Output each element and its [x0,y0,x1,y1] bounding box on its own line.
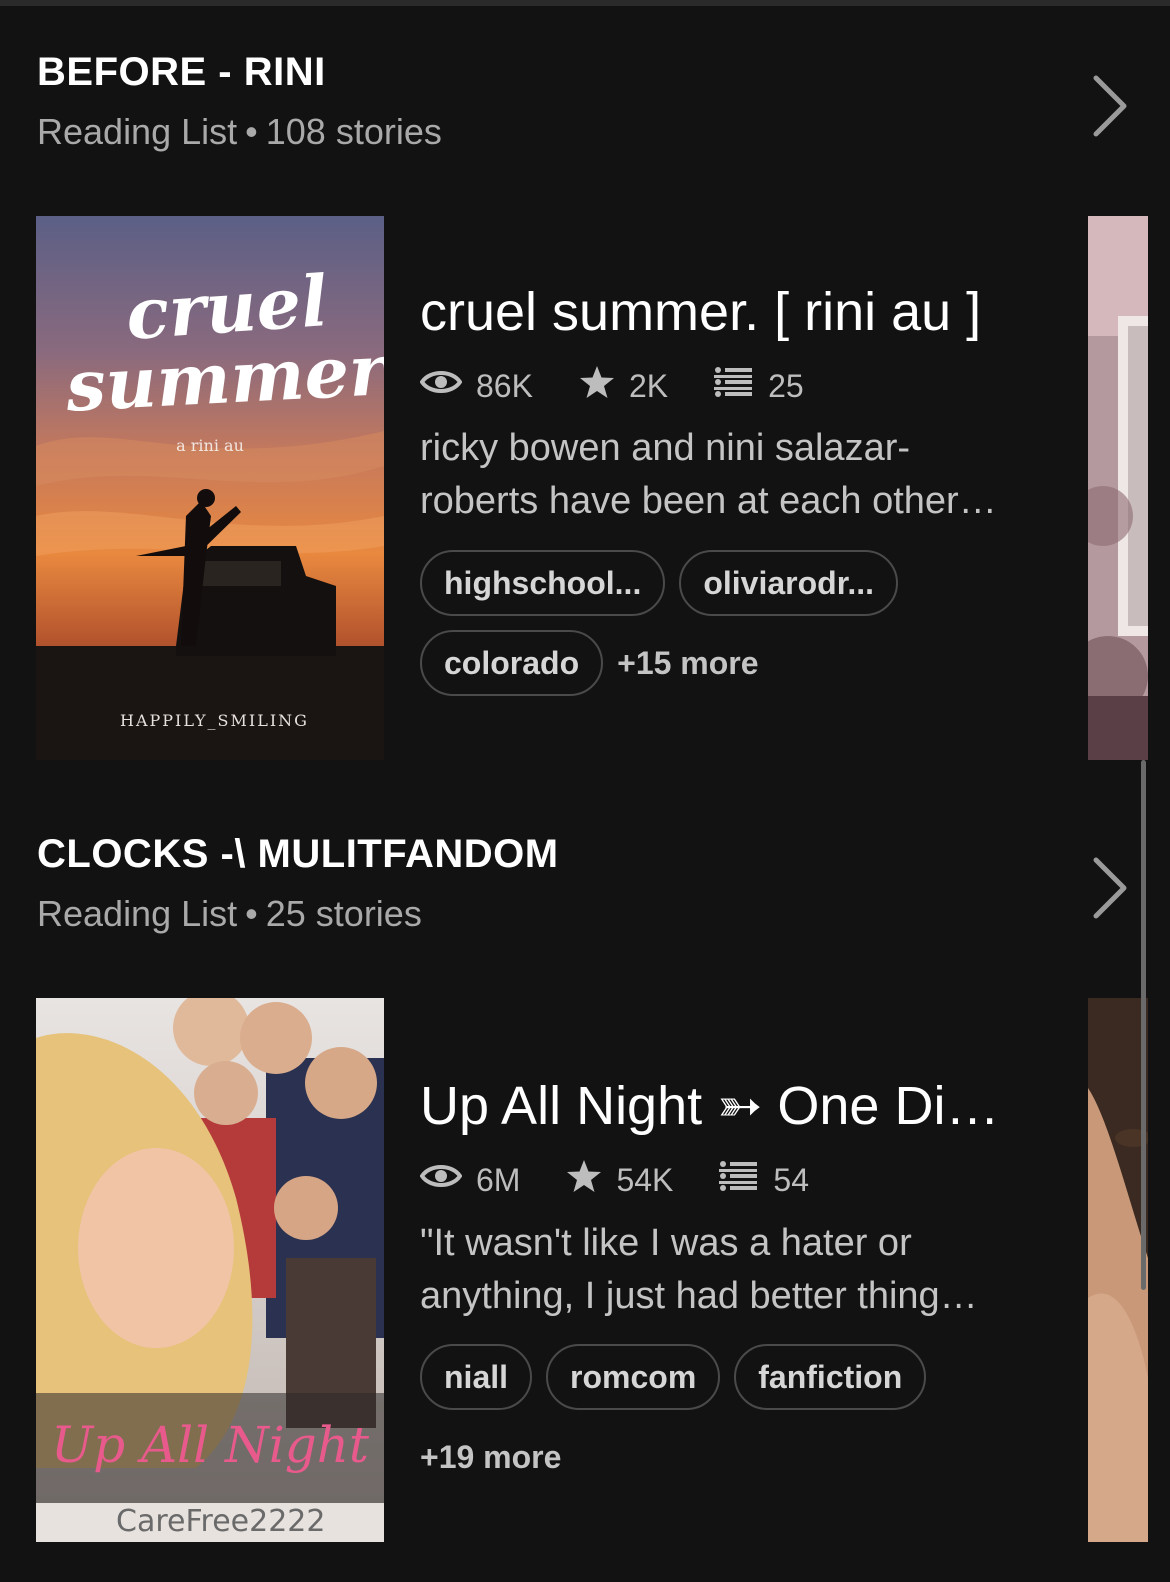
votes-count: 2K [628,367,669,404]
story-cover[interactable]: cruel summer. a rini au HAPPILY_SMILING [36,216,384,760]
story-title[interactable]: cruel summer. [ rini au ] [420,280,981,344]
parts-count: 25 [768,367,804,404]
cover-title: Up All Night [50,1416,370,1474]
next-story-cover[interactable] [1088,998,1148,1542]
tag-chip[interactable]: highschool... [420,550,666,616]
cover-title-line2: summer. [64,327,384,428]
story-description: ricky bowen and nini salazar- roberts ha… [420,422,1020,528]
chevron-right-icon[interactable] [1090,74,1130,138]
tag-chip[interactable]: oliviarodr... [679,550,899,616]
reads-count: 6M [476,1161,521,1198]
reading-list-header[interactable]: CLOCKS -\ MULITFANDOM Reading List • 25 st… [37,830,1037,936]
tag-chip[interactable]: niall [420,1344,533,1410]
reading-list-header[interactable]: BEFORE - RINI Reading List • 108 stories [37,48,1037,154]
top-divider [0,0,1170,6]
reading-list-count: 25 stories [265,893,422,934]
scrollbar[interactable] [1141,760,1146,1290]
reading-list-type: Reading List [37,111,238,152]
description-line: "It wasn't like I was a hater or [420,1222,912,1264]
votes-stat: 54K [566,1159,673,1201]
separator-dot: • [245,893,258,934]
cover-author: HAPPILY_SMILING [120,711,309,730]
description-line: anything, I just had better thing… [420,1275,978,1317]
votes-stat: 2K [579,365,668,407]
description-line: ricky bowen and nini salazar- [420,427,911,469]
reading-list-count: 108 stories [265,111,442,152]
story-tags: niall romcom fanfiction +19 more [420,1344,1040,1504]
reading-list-meta: Reading List • 108 stories [37,110,1037,154]
story-title[interactable]: Up All Night ➳ One Di… [420,1074,999,1138]
cover-author: CareFree2222 [116,1504,326,1539]
reading-list-title: CLOCKS -\ MULITFANDOM [37,832,559,876]
next-story-cover-art [1088,998,1148,1542]
story-description: "It wasn't like I was a hater or anythin… [420,1217,1020,1323]
cover-subtitle: a rini au [176,436,244,455]
reading-list-meta: Reading List • 25 stories [37,892,1037,936]
star-icon [579,365,629,407]
parts-stat: 25 [714,366,804,406]
eye-icon [419,367,476,405]
more-tags[interactable]: +19 more [420,1424,1040,1490]
parts-count: 54 [773,1161,809,1198]
reads-stat: 86K [419,367,533,405]
eye-icon [419,1161,476,1199]
votes-count: 54K [616,1161,674,1198]
story-tags: highschool... oliviarodr... colorado +15… [420,550,1040,710]
reads-count: 86K [476,367,533,404]
story-stats: 6M 54K 54 [419,1158,809,1202]
star-icon [566,1159,616,1201]
tag-chip[interactable]: romcom [546,1344,721,1410]
separator-dot: • [245,111,258,152]
reading-list-type: Reading List [37,893,238,934]
parts-stat: 54 [719,1160,809,1200]
next-story-cover[interactable] [1088,216,1148,760]
next-story-cover-art [1088,216,1148,760]
story-stats: 86K 2K 25 [419,364,804,408]
list-icon [714,366,768,406]
reads-stat: 6M [419,1161,521,1199]
list-icon [719,1160,773,1200]
tag-chip[interactable]: colorado [420,630,604,696]
story-cover[interactable]: Up All Night CareFree2222 [36,998,384,1542]
tag-chip[interactable]: fanfiction [734,1344,927,1410]
more-tags[interactable]: +15 more [617,630,758,696]
description-line: roberts have been at each other… [420,480,997,522]
chevron-right-icon[interactable] [1090,856,1130,920]
reading-list-title: BEFORE - RINI [37,50,326,94]
